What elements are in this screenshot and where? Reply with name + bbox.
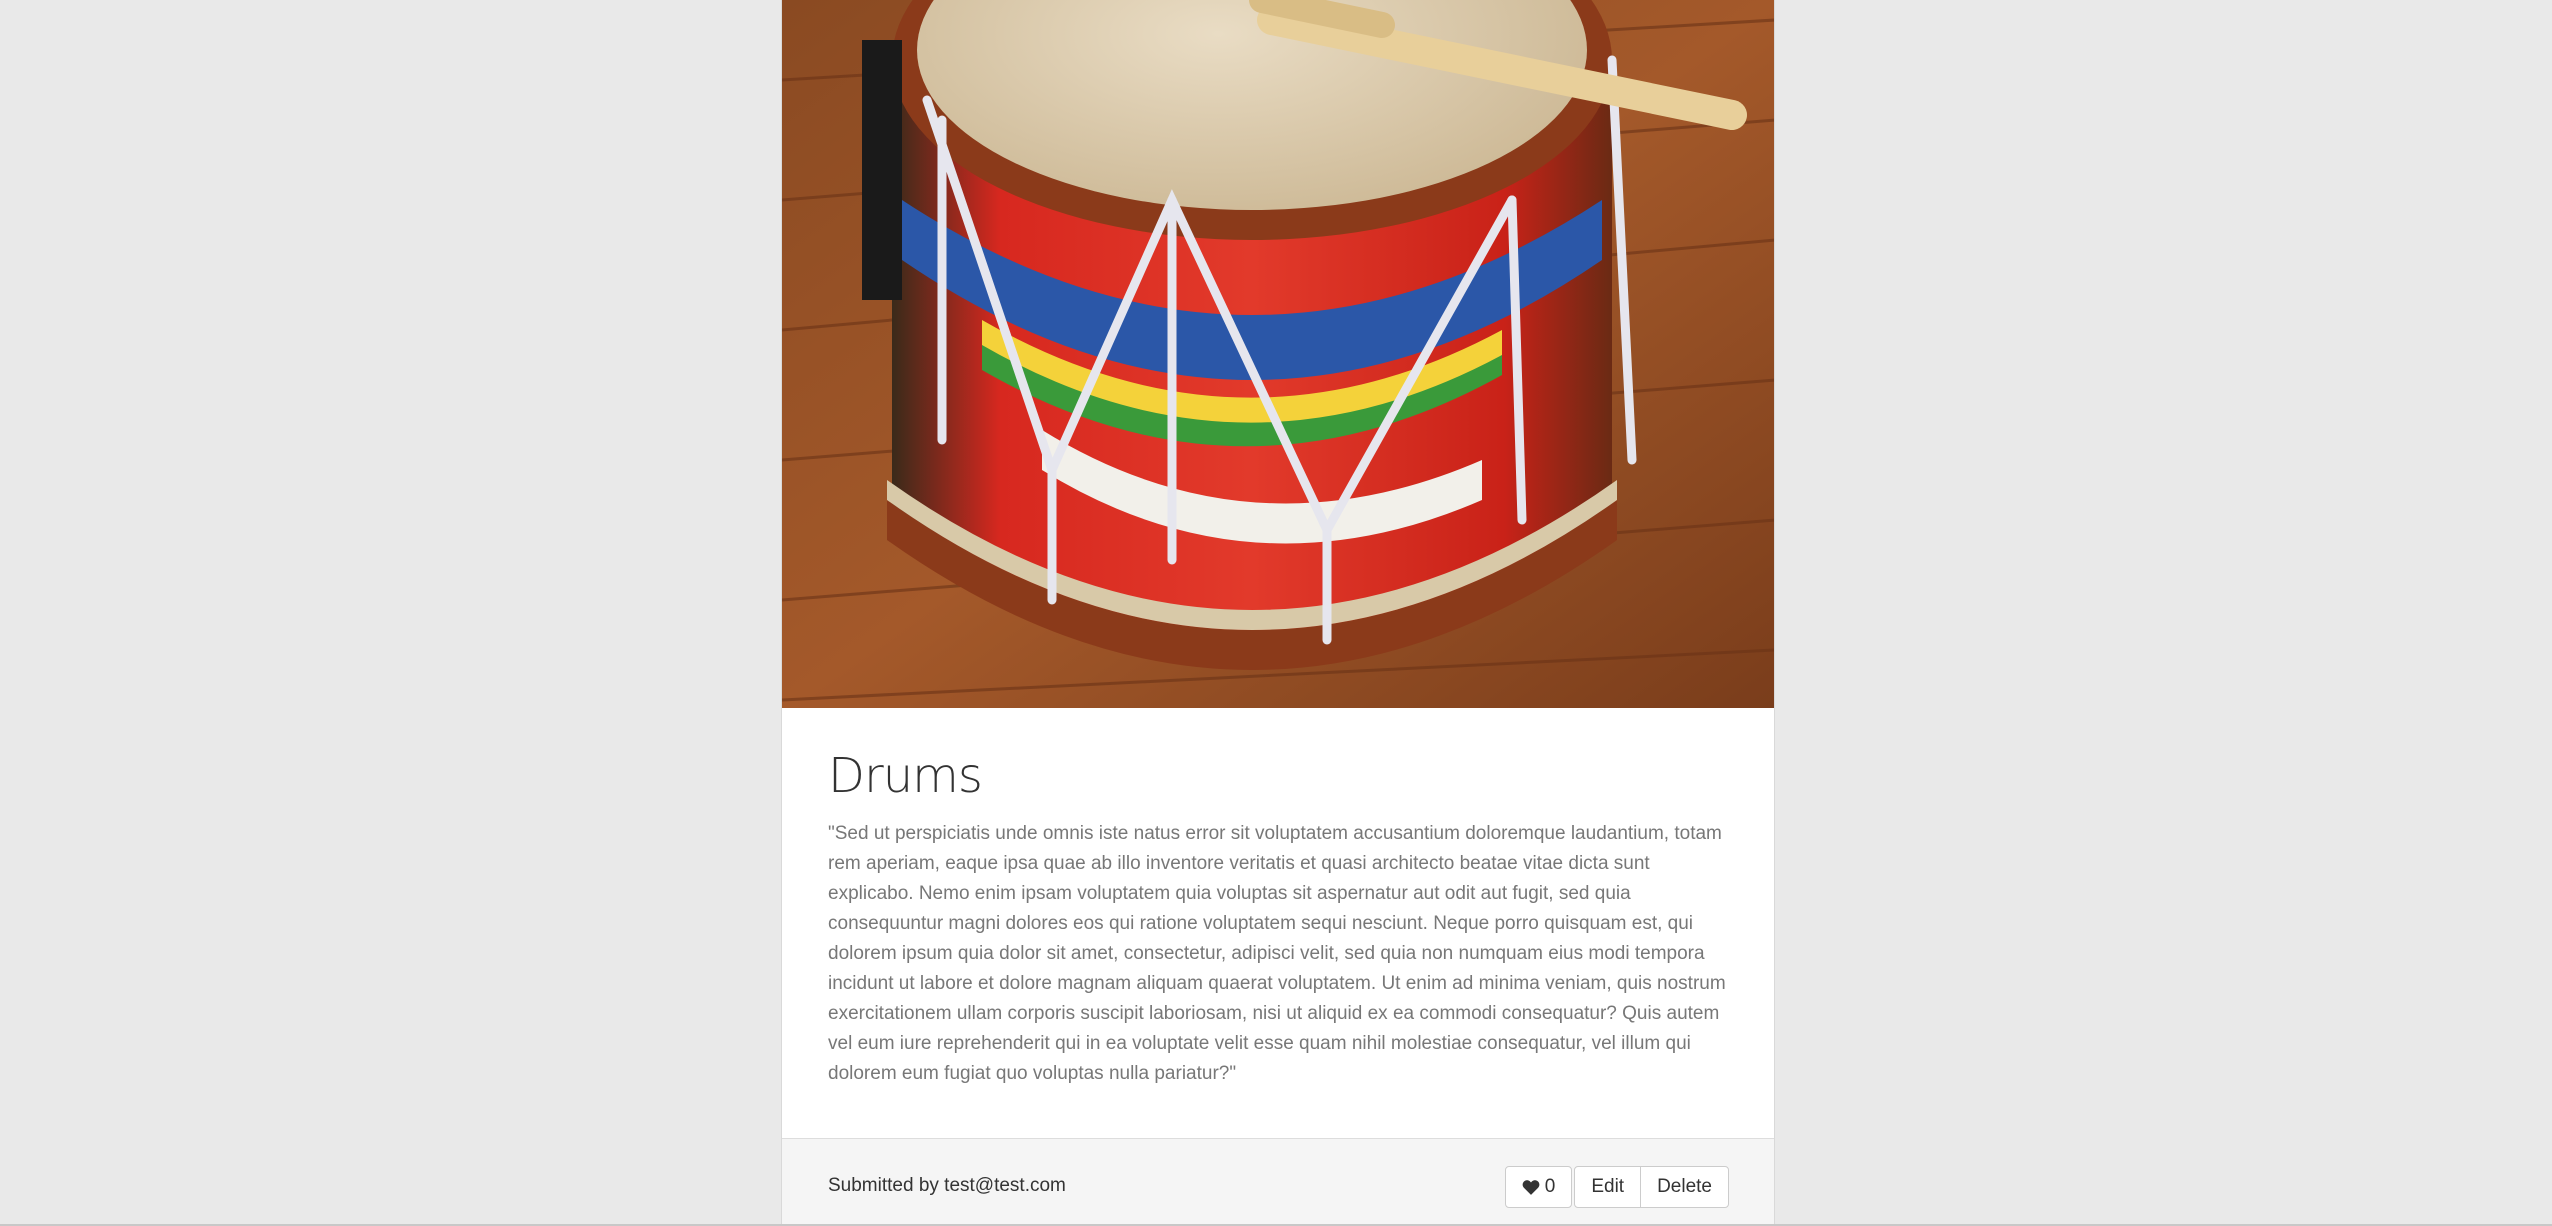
submitted-by-text: Submitted by test@test.com	[828, 1175, 1066, 1196]
post-body: Drums "Sed ut perspiciatis unde omnis is…	[828, 708, 1728, 1089]
post-title: Drums	[828, 748, 983, 804]
post-image	[782, 0, 1774, 708]
post-footer: Submitted by test@test.com 0 Edit Delete	[782, 1138, 1774, 1224]
post-card: Drums "Sed ut perspiciatis unde omnis is…	[781, 0, 1775, 1224]
like-button[interactable]: 0	[1504, 1166, 1573, 1208]
delete-button[interactable]: Delete	[1640, 1166, 1729, 1208]
heart-icon	[1522, 1180, 1540, 1195]
like-count: 0	[1544, 1176, 1556, 1197]
post-actions: 0 Edit Delete	[1504, 1166, 1729, 1208]
post-description: "Sed ut perspiciatis unde omnis iste nat…	[828, 822, 1726, 1084]
edit-button[interactable]: Edit	[1574, 1166, 1642, 1208]
